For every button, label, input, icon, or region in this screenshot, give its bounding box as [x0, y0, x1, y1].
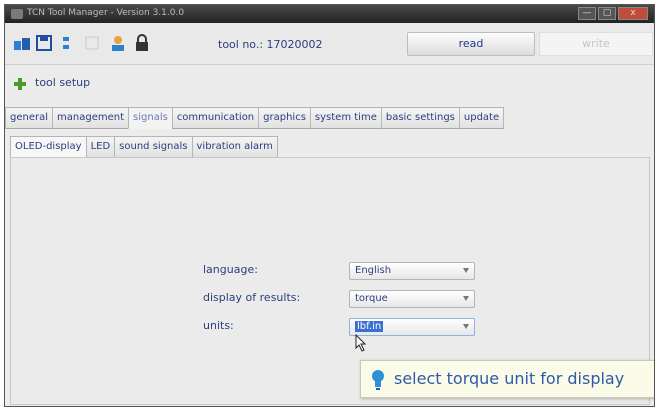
open-icon[interactable]	[13, 34, 31, 52]
tab-signals[interactable]: signals	[128, 107, 173, 129]
tool-setup-label: tool setup	[35, 76, 91, 89]
chevron-down-icon	[463, 324, 469, 329]
units-value: lbf.in	[355, 321, 384, 332]
window-title: TCN Tool Manager - Version 3.1.0.0	[27, 8, 185, 18]
read-button[interactable]: read	[407, 32, 535, 56]
info-bulb-icon	[372, 370, 384, 390]
tab-general[interactable]: general	[5, 107, 54, 129]
title-bar: TCN Tool Manager - Version 3.1.0.0 — ▢ x	[5, 5, 654, 23]
display-results-label: display of results:	[203, 291, 301, 304]
units-select[interactable]: lbf.in	[349, 318, 475, 336]
tooltip-text: select torque unit for display	[394, 369, 625, 388]
tooltip: select torque unit for display	[360, 360, 654, 398]
user-icon[interactable]	[109, 34, 127, 52]
chevron-down-icon	[463, 296, 469, 301]
chevron-down-icon	[463, 268, 469, 273]
tab-graphics[interactable]: graphics	[258, 107, 311, 129]
tab-basic-settings[interactable]: basic settings	[380, 107, 460, 129]
subtab-sound-signals[interactable]: sound signals	[114, 136, 193, 158]
tab-update[interactable]: update	[458, 107, 505, 129]
app-logo-icon	[11, 9, 23, 19]
tab-management[interactable]: management	[52, 107, 130, 129]
add-icon[interactable]	[13, 77, 27, 91]
tab-system-time[interactable]: system time	[309, 107, 382, 129]
sort-icon[interactable]	[57, 34, 75, 52]
tool-number: tool no.: 17020002	[218, 38, 323, 51]
subtab-oled-display[interactable]: OLED-display	[10, 136, 87, 158]
lock-icon[interactable]	[133, 34, 151, 52]
language-label: language:	[203, 263, 258, 276]
blank-icon[interactable]	[83, 34, 101, 52]
main-tabs: general management signals communication…	[5, 107, 505, 129]
close-button[interactable]: x	[618, 7, 648, 20]
app-window: TCN Tool Manager - Version 3.1.0.0 — ▢ x	[4, 4, 655, 407]
language-select[interactable]: English	[349, 262, 475, 280]
signal-subtabs: OLED-display LED sound signals vibration…	[10, 136, 278, 158]
language-value: English	[355, 265, 392, 276]
mouse-cursor-icon	[355, 334, 367, 352]
display-results-value: torque	[355, 293, 388, 304]
write-button[interactable]: write	[539, 32, 653, 56]
subtab-vibration-alarm[interactable]: vibration alarm	[191, 136, 278, 158]
minimize-button[interactable]: —	[578, 7, 596, 20]
toolbar: tool no.: 17020002 read write	[5, 23, 654, 65]
subtab-led[interactable]: LED	[85, 136, 116, 158]
save-icon[interactable]	[35, 34, 53, 52]
window-controls: — ▢ x	[578, 7, 648, 20]
units-label: units:	[203, 319, 234, 332]
tool-setup-header: tool setup	[5, 65, 654, 105]
tab-communication[interactable]: communication	[171, 107, 260, 129]
maximize-button[interactable]: ▢	[598, 7, 616, 20]
display-results-select[interactable]: torque	[349, 290, 475, 308]
